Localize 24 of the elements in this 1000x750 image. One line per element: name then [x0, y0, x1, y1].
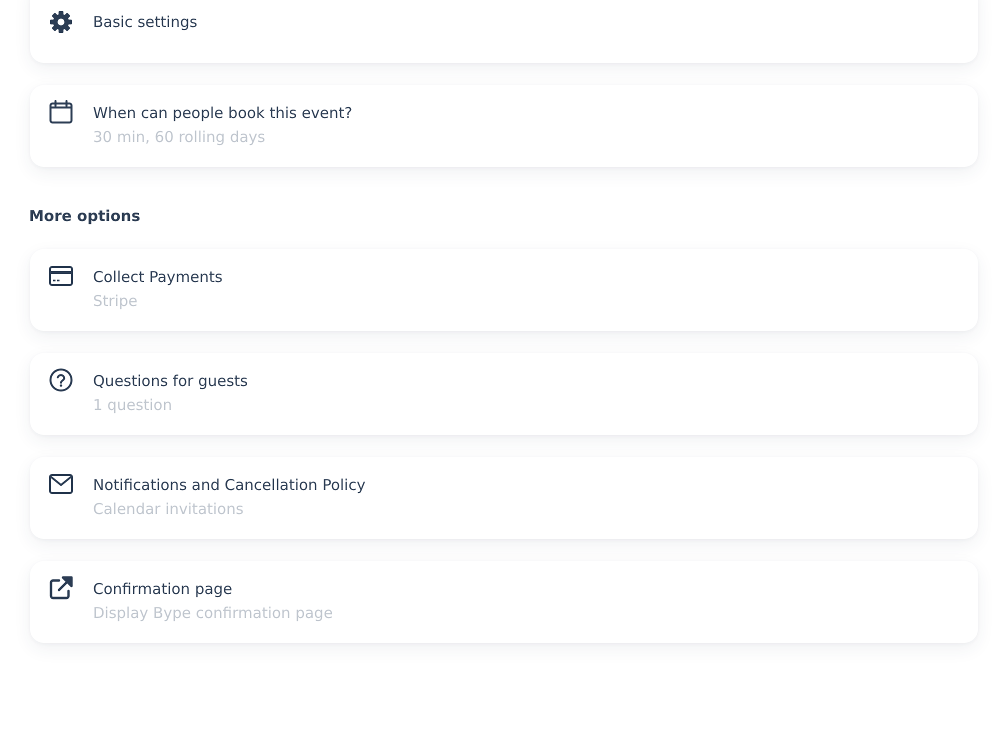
- section-heading: More options: [29, 207, 142, 225]
- settings-card[interactable]: Notifications and Cancellation Policy Calendar invitations: [30, 457, 978, 539]
- settings-card[interactable]: Collect Payments Stripe: [30, 249, 978, 331]
- settings-card[interactable]: Basic settings: [30, 0, 978, 63]
- settings-card[interactable]: Confirmation page Display Bype confirmation page: [30, 561, 978, 643]
- card-title: Collect Payments: [93, 267, 223, 287]
- card-title: Basic settings: [93, 12, 198, 32]
- calendar-icon: [49, 100, 73, 124]
- card-title: Questions for guests: [93, 371, 248, 391]
- settings-icon: [49, 10, 73, 34]
- card-subtitle: Display Bype confirmation page: [93, 603, 333, 623]
- card-subtitle: 30 min, 60 rolling days: [93, 127, 266, 147]
- card-subtitle: 1 question: [93, 395, 174, 415]
- card-subtitle: Stripe: [93, 291, 138, 311]
- settings-card[interactable]: When can people book this event? 30 min, 60 rolling days: [30, 85, 978, 167]
- question-circle-icon: [49, 368, 73, 392]
- card-title: Notifications and Cancellation Policy: [93, 475, 366, 495]
- envelope-icon: [49, 472, 73, 496]
- credit-card-icon: [49, 264, 73, 288]
- settings-card[interactable]: Questions for guests 1 question: [30, 353, 978, 435]
- external-link-icon: [49, 576, 73, 600]
- card-title: Confirmation page: [93, 579, 234, 599]
- card-subtitle: Calendar invitations: [93, 499, 245, 519]
- card-title: When can people book this event?: [93, 103, 352, 123]
